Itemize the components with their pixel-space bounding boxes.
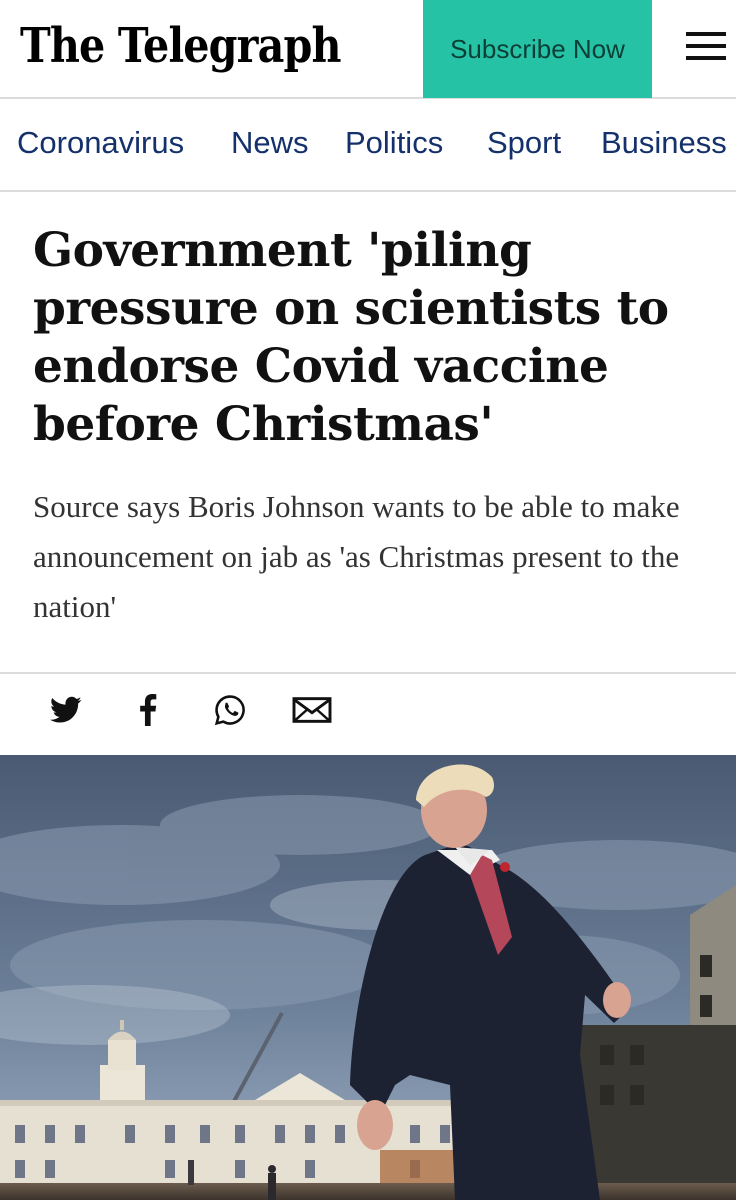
twitter-icon[interactable] (44, 690, 88, 730)
hero-photo (0, 755, 736, 1200)
site-header: The Telegraph Subscribe Now (0, 0, 736, 99)
nav-item-news[interactable]: News (231, 125, 309, 161)
menu-bar (686, 32, 726, 36)
article-standfirst: Source says Boris Johnson wants to be ab… (33, 489, 680, 624)
article-headline: Government 'piling pressure on scientist… (33, 223, 669, 452)
menu-bar (686, 44, 726, 48)
telegraph-logo[interactable]: The Telegraph (20, 8, 341, 88)
whatsapp-icon[interactable] (208, 690, 252, 730)
subscribe-button[interactable]: Subscribe Now (423, 0, 652, 98)
facebook-icon[interactable] (126, 690, 170, 730)
section-nav: Coronavirus News Politics Sport Business (0, 99, 736, 192)
hamburger-menu-icon[interactable] (684, 28, 728, 68)
divider (0, 672, 736, 674)
nav-item-politics[interactable]: Politics (345, 125, 443, 161)
hero-photo-illustration (0, 755, 736, 1200)
nav-item-sport[interactable]: Sport (487, 125, 561, 161)
email-icon[interactable] (290, 690, 334, 730)
menu-bar (686, 56, 726, 60)
parade-ground (0, 1183, 736, 1200)
nav-item-business[interactable]: Business (601, 125, 727, 161)
nav-item-coronavirus[interactable]: Coronavirus (17, 125, 184, 161)
